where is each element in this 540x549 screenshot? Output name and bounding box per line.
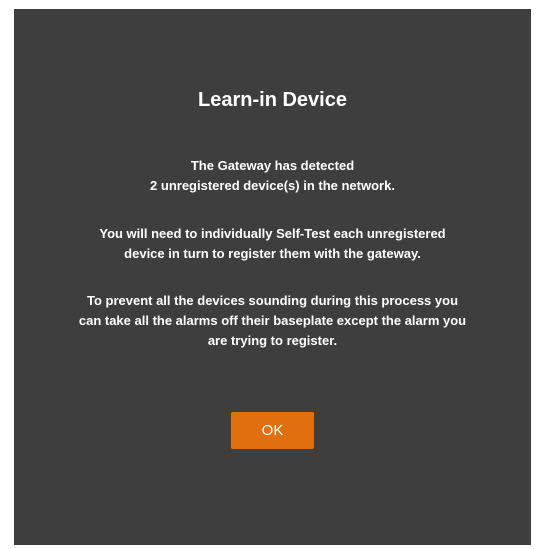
dialog-title: Learn-in Device (198, 89, 347, 111)
learn-in-dialog: Learn-in Device The Gateway has detected… (14, 9, 531, 545)
message-line: device in turn to register them with the… (124, 246, 421, 261)
message-line: To prevent all the devices sounding duri… (86, 293, 459, 308)
self-test-instruction: You will need to individually Self-Test … (14, 224, 531, 264)
message-line: 2 unregistered device(s) in the network. (150, 178, 395, 193)
detected-message: The Gateway has detected 2 unregistered … (14, 156, 531, 196)
message-line: The Gateway has detected (190, 158, 355, 173)
message-line: are trying to register. (207, 333, 338, 348)
message-line: You will need to individually Self-Test … (99, 226, 446, 241)
baseplate-instruction: To prevent all the devices sounding duri… (14, 291, 531, 351)
message-line: can take all the alarms off their basepl… (78, 313, 467, 328)
ok-button[interactable]: OK (231, 412, 314, 449)
